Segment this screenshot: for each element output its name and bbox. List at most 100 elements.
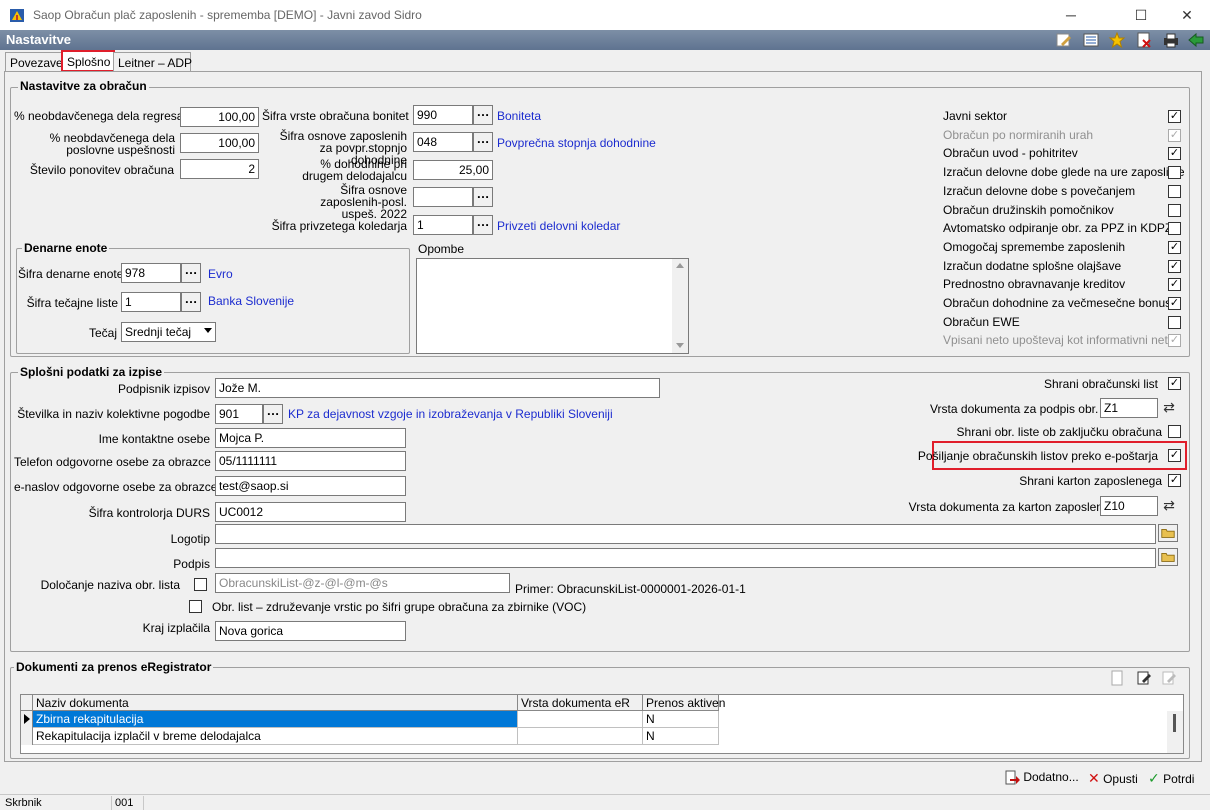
- vrsta-karton-input[interactable]: Z10: [1100, 496, 1158, 516]
- logotip-input[interactable]: [215, 524, 1156, 544]
- neobd-uspesnosti-input[interactable]: 100,00: [180, 133, 259, 153]
- shrani-karton-checkbox[interactable]: ✓: [1168, 474, 1181, 487]
- swap-arrows-icon[interactable]: ⇄: [1158, 497, 1180, 515]
- check-box-3[interactable]: [1168, 166, 1181, 179]
- osnove-lookup-button[interactable]: …: [473, 132, 493, 152]
- email-input[interactable]: test@saop.si: [215, 476, 406, 496]
- logotip-label: Logotip: [170, 532, 210, 546]
- column-header-prenos[interactable]: Prenos aktiven: [643, 695, 725, 711]
- tecaj-value: Srednji tečaj: [125, 325, 192, 339]
- new-document-icon[interactable]: [1108, 670, 1126, 686]
- edit-document-icon[interactable]: [1135, 670, 1153, 686]
- koledar-lookup-button[interactable]: …: [473, 215, 493, 235]
- opusti-button[interactable]: ✕ Opusti: [1088, 770, 1138, 792]
- bonitet-lookup-button[interactable]: …: [473, 105, 493, 125]
- scroll-down-icon[interactable]: [676, 343, 684, 348]
- table-row-1-naziv[interactable]: Rekapitulacija izplačil v breme delodaja…: [33, 728, 518, 745]
- posiljanje-checkbox[interactable]: ✓: [1168, 449, 1181, 462]
- tecajna-input[interactable]: 1: [121, 292, 181, 312]
- vrsta-podpis-input[interactable]: Z1: [1100, 398, 1158, 418]
- opombe-textarea[interactable]: [416, 258, 689, 354]
- printer-icon[interactable]: [1162, 32, 1180, 48]
- edit-icon[interactable]: [1055, 32, 1073, 48]
- enota-link[interactable]: Evro: [208, 267, 233, 281]
- dodatno-button[interactable]: Dodatno...: [1004, 770, 1079, 792]
- naziv-checkbox[interactable]: [194, 578, 207, 591]
- check-box-9[interactable]: ✓: [1168, 278, 1181, 291]
- naziv-input[interactable]: ObracunskiList-@z-@l-@m-@s: [215, 573, 510, 593]
- check-box-4[interactable]: [1168, 185, 1181, 198]
- enota-input[interactable]: 978: [121, 263, 181, 283]
- check-label-6: Avtomatsko odpiranje obr. za PPZ in KDPZ: [943, 221, 1173, 235]
- tab-leitner-adp[interactable]: Leitner – ADP: [113, 52, 192, 72]
- column-header-naziv[interactable]: Naziv dokumenta: [33, 695, 518, 711]
- podpisnik-input[interactable]: Jože M.: [215, 378, 660, 398]
- neobd-regresa-input[interactable]: 100,00: [180, 107, 259, 127]
- check-label-4: Izračun delovne dobe s povečanjem: [943, 184, 1136, 198]
- tecajna-link[interactable]: Banka Slovenije: [208, 294, 294, 308]
- koledar-link[interactable]: Privzeti delovni koledar: [497, 219, 620, 233]
- tecajna-lookup-button[interactable]: …: [181, 292, 201, 312]
- opombe-scrollbar[interactable]: [672, 259, 688, 353]
- enota-lookup-button[interactable]: …: [181, 263, 201, 283]
- podpis-input[interactable]: [215, 548, 1156, 568]
- check-box-11[interactable]: [1168, 316, 1181, 329]
- check-box-1: ✓: [1168, 129, 1181, 142]
- tab-splosno[interactable]: Splošno: [61, 50, 115, 72]
- close-window-button[interactable]: ✕: [1164, 0, 1210, 30]
- swap-arrows-icon[interactable]: ⇄: [1158, 399, 1180, 417]
- grid-corner: [21, 695, 33, 711]
- check-box-0[interactable]: ✓: [1168, 110, 1181, 123]
- column-header-vrsta[interactable]: Vrsta dokumenta eR: [518, 695, 643, 711]
- check-box-7[interactable]: ✓: [1168, 241, 1181, 254]
- osnove-link[interactable]: Povprečna stopnja dohodnine: [497, 136, 656, 150]
- table-row-0-prenos[interactable]: N: [643, 711, 719, 728]
- osnove-input[interactable]: 048: [413, 132, 473, 152]
- folder-open-icon[interactable]: [1158, 524, 1178, 542]
- table-row-0-vrsta[interactable]: [518, 711, 643, 728]
- potrdi-button[interactable]: ✓ Potrdi: [1148, 770, 1194, 792]
- tecaj-select[interactable]: Srednji tečaj: [121, 322, 216, 342]
- check-box-5[interactable]: [1168, 204, 1181, 217]
- grid-scrollbar[interactable]: [1167, 711, 1183, 753]
- enota-label: Šifra denarne enote: [18, 267, 124, 281]
- check-box-8[interactable]: ✓: [1168, 260, 1181, 273]
- tab-povezave[interactable]: Povezave: [5, 52, 63, 72]
- koledar-input[interactable]: 1: [413, 215, 473, 235]
- scroll-up-icon[interactable]: [676, 263, 684, 268]
- shrani-zakljucku-checkbox[interactable]: [1168, 425, 1181, 438]
- osnove2022-input[interactable]: [413, 187, 473, 207]
- telefon-input[interactable]: 05/1111111: [215, 451, 406, 471]
- bonitet-link[interactable]: Boniteta: [497, 109, 541, 123]
- chevron-down-icon: [204, 328, 212, 333]
- delete-document-icon[interactable]: [1135, 32, 1153, 48]
- table-row-0-naziv[interactable]: Zbirna rekapitulacija: [33, 711, 518, 728]
- osnove2022-lookup-button[interactable]: …: [473, 187, 493, 207]
- ponovitev-input[interactable]: 2: [180, 159, 259, 179]
- row-indicator: [21, 711, 33, 728]
- kontakt-input[interactable]: Mojca P.: [215, 428, 406, 448]
- list-icon[interactable]: [1082, 32, 1100, 48]
- shrani-list-checkbox[interactable]: ✓: [1168, 377, 1181, 390]
- table-row-1-vrsta[interactable]: [518, 728, 643, 745]
- dohodnine-input[interactable]: 25,00: [413, 160, 493, 180]
- table-row-1-prenos[interactable]: N: [643, 728, 719, 745]
- neobd-regresa-label: % neobdavčenega dela regresa: [14, 109, 184, 123]
- kolektivna-input[interactable]: 901: [215, 404, 263, 424]
- check-box-2[interactable]: ✓: [1168, 147, 1181, 160]
- check-box-10[interactable]: ✓: [1168, 297, 1181, 310]
- vrsta-karton-label: Vrsta dokumenta za karton zaposlenega: [908, 500, 1123, 514]
- durs-input[interactable]: UC0012: [215, 502, 406, 522]
- kolektivna-lookup-button[interactable]: …: [263, 404, 283, 424]
- scroll-thumb[interactable]: [1173, 714, 1176, 732]
- folder-open-icon[interactable]: [1158, 548, 1178, 566]
- voc-checkbox[interactable]: [189, 600, 202, 613]
- bonitet-input[interactable]: 990: [413, 105, 473, 125]
- kolektivna-link[interactable]: KP za dejavnost vzgoje in izobraževanja …: [288, 407, 613, 421]
- minimize-button[interactable]: ─: [1048, 0, 1094, 30]
- kraj-input[interactable]: Nova gorica: [215, 621, 406, 641]
- maximize-button[interactable]: ☐: [1118, 0, 1164, 30]
- check-box-6[interactable]: [1168, 222, 1181, 235]
- exit-icon[interactable]: [1187, 32, 1205, 48]
- star-icon[interactable]: [1108, 32, 1126, 48]
